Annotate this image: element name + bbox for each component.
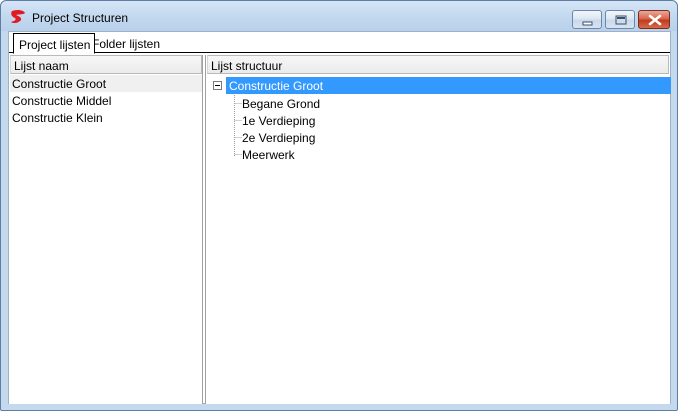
list-name-column-header[interactable]: Lijst naam xyxy=(10,55,202,74)
main-window: Project Structuren Project lijsten Folde… xyxy=(0,0,678,411)
window-title: Project Structuren xyxy=(32,11,129,25)
minimize-button[interactable] xyxy=(572,10,602,29)
close-button[interactable] xyxy=(638,10,670,29)
maximize-icon xyxy=(615,15,627,25)
list-item[interactable]: Constructie Groot xyxy=(10,75,202,92)
structure-tree: Constructie Groot Begane Grond 1e Verdie… xyxy=(206,75,671,403)
close-icon xyxy=(648,14,662,26)
tab-folder-lijsten[interactable]: Folder lijsten xyxy=(87,35,164,53)
maximize-button[interactable] xyxy=(605,10,635,29)
tree-node[interactable]: 2e Verdieping xyxy=(242,131,315,145)
client-area: Project lijsten Folder lijsten Lijst naa… xyxy=(8,31,671,404)
list-structure-column-header[interactable]: Lijst structuur xyxy=(207,55,669,74)
tree-node[interactable]: Meerwerk xyxy=(242,148,295,162)
list-item[interactable]: Constructie Middel xyxy=(10,92,202,109)
list-item[interactable]: Constructie Klein xyxy=(10,109,202,126)
tree-node[interactable]: 1e Verdieping xyxy=(242,114,315,128)
tree-node-root-label: Constructie Groot xyxy=(229,79,324,93)
title-bar[interactable]: Project Structuren xyxy=(1,1,677,31)
structure-panel: Lijst structuur Constructie Groot Begane… xyxy=(205,55,671,404)
app-logo-icon xyxy=(11,9,25,24)
minimize-icon xyxy=(582,21,593,26)
collapse-toggle-icon[interactable] xyxy=(213,81,222,90)
list-panel: Lijst naam Constructie Groot Constructie… xyxy=(9,55,203,404)
tree-node[interactable]: Begane Grond xyxy=(242,97,320,111)
tab-strip: Project lijsten Folder lijsten xyxy=(9,32,670,54)
tab-project-lijsten[interactable]: Project lijsten xyxy=(13,33,96,54)
